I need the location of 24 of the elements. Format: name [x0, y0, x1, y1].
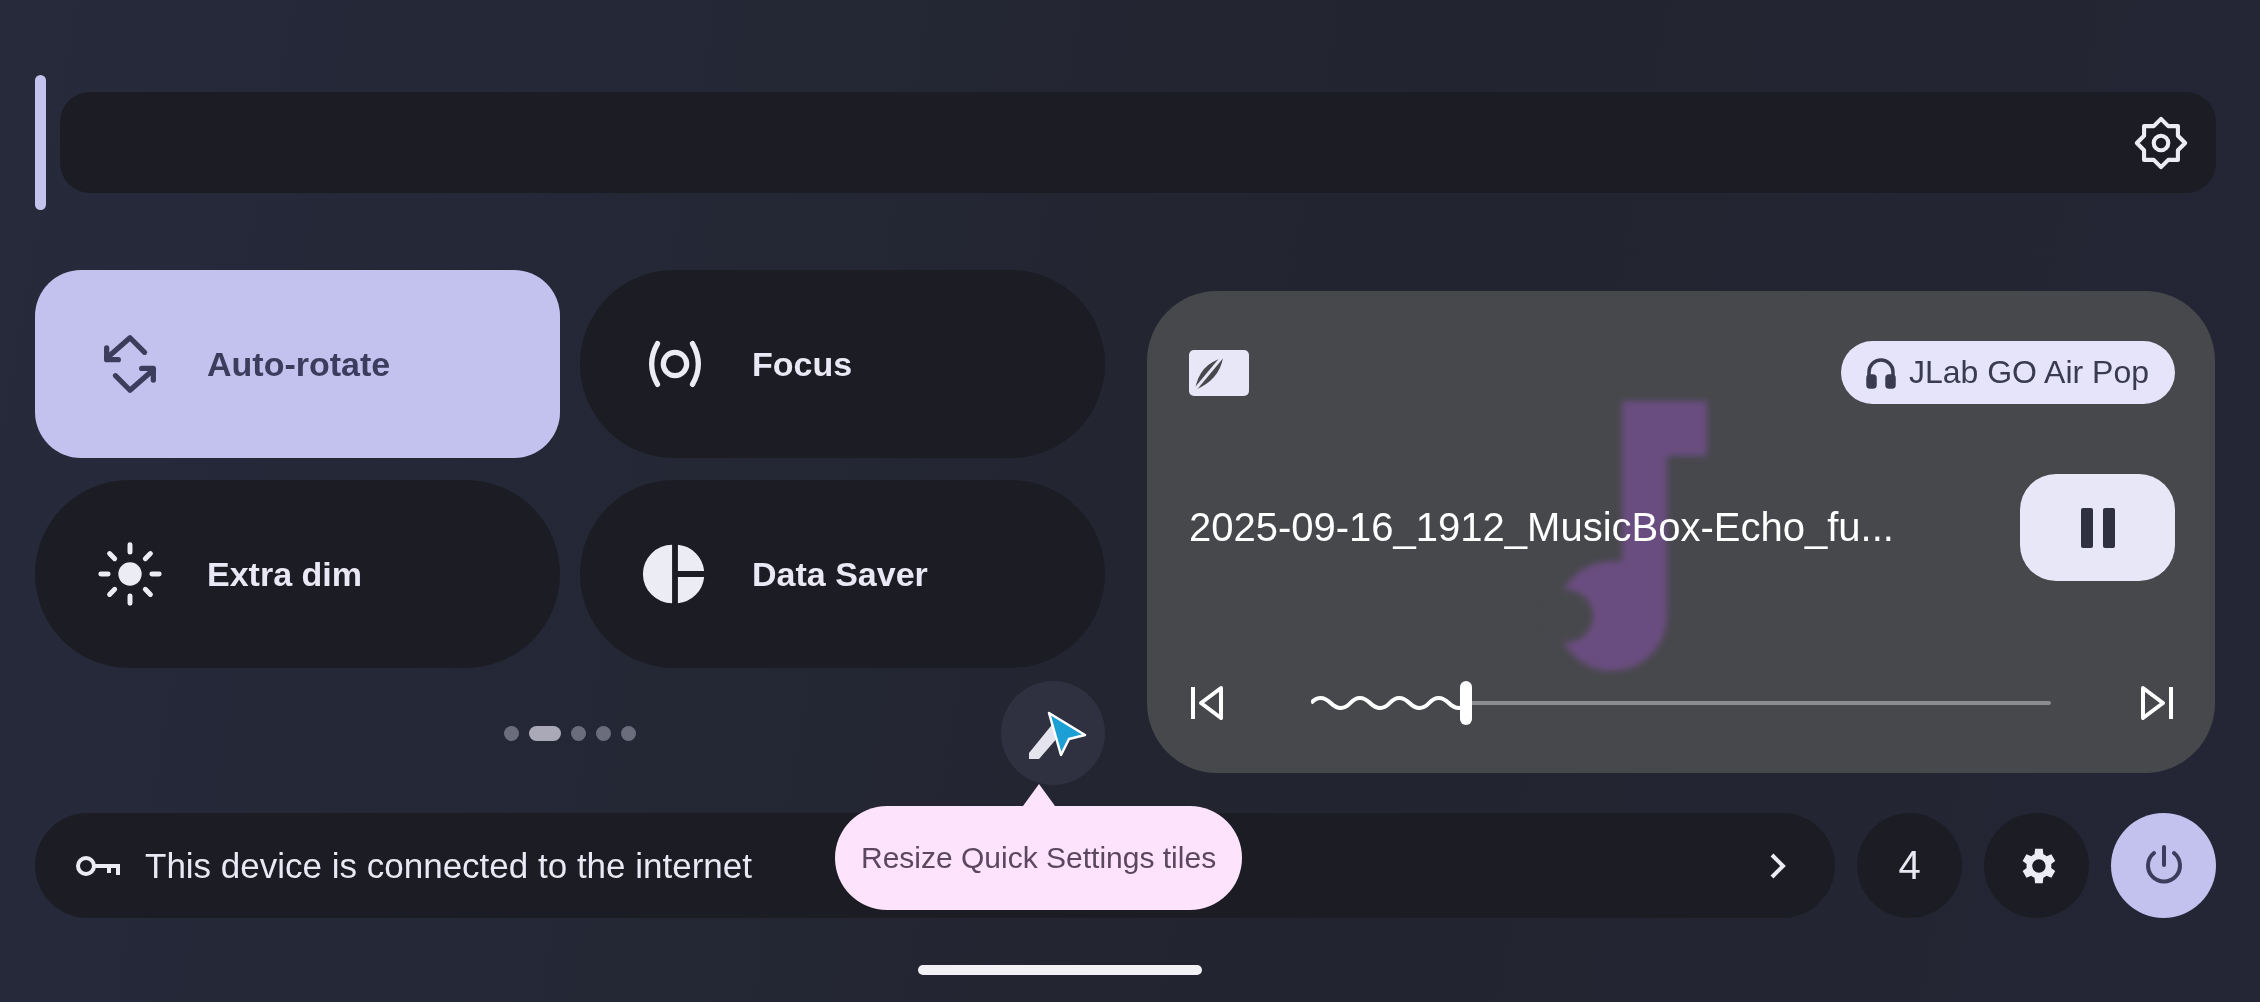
previous-button[interactable]: [1189, 683, 1225, 723]
quick-tile[interactable]: Focus: [580, 270, 1105, 458]
quick-tile[interactable]: Auto-rotate: [35, 270, 560, 458]
chevron-right-icon: [1769, 851, 1787, 880]
page-dot[interactable]: [621, 725, 636, 741]
home-handle[interactable]: [918, 965, 1202, 975]
pause-button[interactable]: [2020, 474, 2175, 581]
page-dot[interactable]: [504, 725, 519, 741]
page-dot[interactable]: [571, 725, 586, 741]
track-title: 2025-09-16_1912_MusicBox-Echo_fu...: [1189, 505, 1894, 550]
quick-tile[interactable]: Extra dim: [35, 480, 560, 668]
tooltip: Resize Quick Settings tiles: [835, 784, 1243, 910]
next-button[interactable]: [2139, 683, 2175, 723]
brightness-slider[interactable]: [35, 75, 2216, 210]
progress-track[interactable]: [1311, 681, 2051, 725]
progress-thumb[interactable]: [1460, 681, 1473, 725]
user-count-button[interactable]: 4: [1857, 813, 1962, 918]
page-dot[interactable]: [596, 725, 611, 741]
output-device-chip[interactable]: JLab GO Air Pop: [1840, 341, 2175, 404]
pause-icon: [2080, 507, 2115, 548]
slider-thumb[interactable]: [35, 75, 46, 210]
headphones-icon: [1864, 355, 1897, 390]
media-output-icon: [1189, 349, 1249, 396]
quick-tile[interactable]: Data Saver: [580, 480, 1105, 668]
